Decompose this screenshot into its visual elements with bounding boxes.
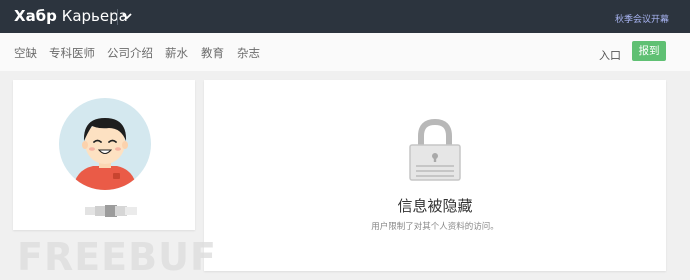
freebuf-watermark: FREEBUF [17, 235, 215, 276]
profile-card [13, 80, 195, 230]
nav-item-vacancies[interactable]: 空缺 [14, 45, 37, 61]
nav-item-journal[interactable]: 杂志 [237, 45, 260, 61]
lock-icon [409, 118, 461, 181]
conference-link[interactable]: 秋季会议开幕 [615, 12, 669, 25]
nav-item-salary[interactable]: 薪水 [165, 45, 188, 61]
hidden-info-title: 信息被隐藏 [397, 197, 473, 215]
top-bar: Хабр Карьера 秋季会议开幕 [0, 0, 690, 33]
signup-button[interactable]: 报到 [632, 41, 666, 61]
main-nav: 空缺 专科医师 公司介绍 薪水 教育 杂志 入口 报到 [0, 33, 690, 71]
chevron-down-icon[interactable] [121, 9, 133, 23]
nav-item-specialists[interactable]: 专科医师 [49, 45, 95, 61]
watermark-text: FREEBUF [17, 235, 215, 276]
nav-item-companies[interactable]: 公司介绍 [107, 45, 153, 61]
profile-name-redacted [85, 205, 137, 217]
brand-divider [117, 9, 118, 25]
login-link[interactable]: 入口 [599, 47, 621, 63]
nav-item-education[interactable]: 教育 [201, 45, 224, 61]
brand-logo[interactable]: Хабр Карьера [14, 7, 128, 25]
brand-name-bold: Хабр [14, 7, 57, 25]
avatar [59, 98, 151, 190]
hidden-profile-panel: 信息被隐藏 用户限制了对其个人资料的访问。 [204, 80, 666, 271]
hidden-info-description: 用户限制了对其个人资料的访问。 [371, 222, 499, 232]
